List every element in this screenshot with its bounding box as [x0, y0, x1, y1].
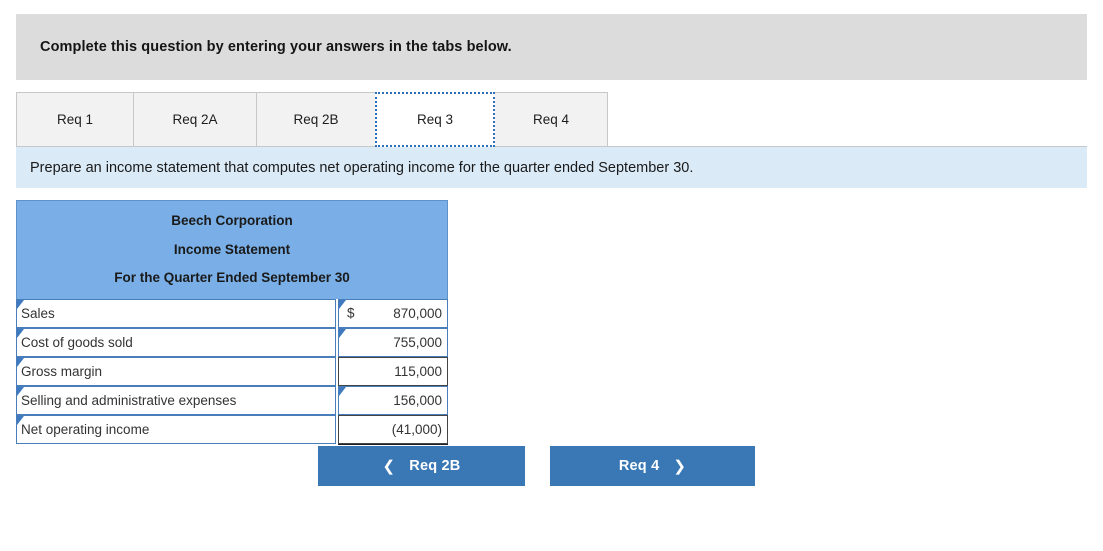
tab-label: Req 2A: [172, 112, 218, 127]
row-label-text: Sales: [21, 305, 55, 321]
row-value-text: 870,000: [393, 305, 442, 321]
worksheet-row: Selling and administrative expenses 156,0…: [16, 385, 448, 415]
instruction-banner-text: Complete this question by entering your …: [40, 39, 512, 55]
tab-req-3[interactable]: Req 3: [375, 92, 495, 147]
next-req-button-label: Req 4: [618, 458, 660, 474]
row-label-input[interactable]: Net operating income: [16, 414, 336, 444]
chevron-right-icon: ❯: [673, 457, 687, 475]
worksheet-rows: Sales $870,000 Cost of goods sold 755,000 Gr…: [16, 298, 448, 449]
row-label-input[interactable]: Selling and administrative expenses: [16, 385, 336, 415]
question-prompt-bar: Prepare an income statement that compute…: [16, 147, 1087, 188]
instruction-banner: Complete this question by entering your …: [16, 14, 1087, 80]
tab-label: Req 2B: [293, 112, 339, 127]
row-label-text: Cost of goods sold: [21, 334, 133, 350]
row-value-input[interactable]: 755,000: [338, 327, 448, 357]
row-label-text: Net operating income: [21, 421, 150, 437]
row-value-input[interactable]: $870,000: [338, 298, 448, 328]
income-statement-worksheet: Beech Corporation Income Statement For the…: [16, 200, 448, 449]
worksheet-row: Gross margin 115,000: [16, 356, 448, 386]
prev-req-button-label: Req 2B: [409, 458, 461, 474]
row-label-text: Gross margin: [21, 363, 103, 379]
tab-strip: Req 1 Req 2A Req 2B Req 3 Req 4: [16, 92, 1087, 147]
tab-label: Req 4: [532, 112, 570, 127]
worksheet-title-line: Beech Corporation: [171, 213, 293, 228]
worksheet-row: Sales $870,000: [16, 298, 448, 328]
cell-comment-marker-icon: [339, 299, 346, 309]
tab-label: Req 3: [416, 112, 454, 127]
worksheet-title-line: For the Quarter Ended September 30: [114, 270, 350, 285]
row-label-input[interactable]: Gross margin: [16, 356, 336, 386]
chevron-left-icon: ❮: [382, 457, 396, 475]
row-value-text: (41,000): [391, 421, 442, 437]
row-value-input[interactable]: 156,000: [338, 385, 448, 415]
worksheet-row: Net operating income (41,000): [16, 414, 448, 444]
row-label-input[interactable]: Cost of goods sold: [16, 327, 336, 357]
worksheet-row: Cost of goods sold 755,000: [16, 327, 448, 357]
tab-req-1[interactable]: Req 1: [16, 92, 134, 147]
tab-req-2b[interactable]: Req 2B: [256, 92, 376, 147]
cell-comment-marker-icon: [339, 328, 346, 338]
cell-comment-marker-icon: [339, 386, 346, 396]
row-label-input[interactable]: Sales: [16, 298, 336, 328]
next-req-button[interactable]: Req 4 ❯: [550, 446, 755, 486]
prev-req-button[interactable]: ❮ Req 2B: [318, 446, 525, 486]
tab-label: Req 1: [56, 112, 94, 127]
row-value-text: 156,000: [393, 392, 442, 408]
tab-req-2a[interactable]: Req 2A: [133, 92, 257, 147]
worksheet-title-line: Income Statement: [173, 241, 291, 257]
currency-symbol: $: [347, 305, 355, 321]
row-value-computed[interactable]: 115,000: [338, 356, 448, 386]
tab-list: Req 1 Req 2A Req 2B Req 3 Req 4: [16, 92, 608, 147]
row-label-text: Selling and administrative expenses: [21, 392, 237, 408]
worksheet-title-block: Beech Corporation Income Statement For the…: [16, 200, 448, 299]
question-prompt-text: Prepare an income statement that compute…: [30, 159, 694, 176]
row-value-computed[interactable]: (41,000): [338, 414, 448, 444]
row-value-text: 755,000: [393, 334, 442, 350]
row-value-text: 115,000: [394, 363, 442, 379]
tab-req-4[interactable]: Req 4: [494, 92, 608, 147]
